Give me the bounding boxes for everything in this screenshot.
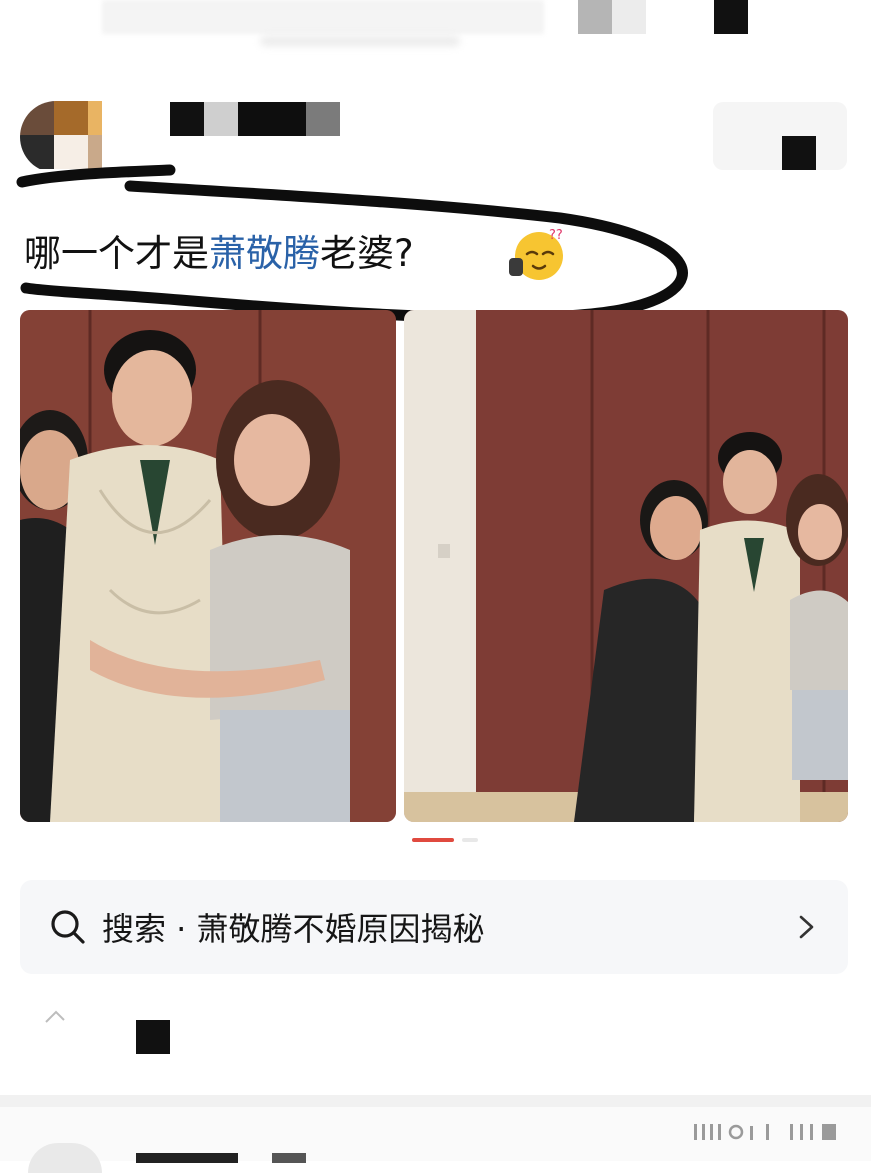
search-query: 萧敬腾不婚原因揭秘 [196,910,485,948]
chevron-right-icon [799,915,814,939]
post-text-after: 老婆? [320,232,414,275]
image-indicator [462,838,478,842]
search-prefix: 搜索 · [102,910,197,948]
mention-link[interactable]: 萧敬腾 [209,232,320,275]
username-redacted [204,102,238,136]
follow-button[interactable] [713,102,847,170]
search-suggestion-bar[interactable]: 搜索 · 萧敬腾不婚原因揭秘 [20,880,848,974]
previous-post-strip [102,0,544,34]
svg-text:??: ?? [549,228,563,243]
footer-redaction-block [136,1020,170,1054]
follow-button-redacted [782,136,816,170]
redaction-block [612,0,646,34]
redaction-block [578,0,612,34]
username-redacted [306,102,340,136]
post-text-before: 哪一个才是 [24,232,209,275]
post-image-1[interactable] [20,310,396,822]
post-image-2[interactable] [404,310,848,822]
search-suggestion-text: 搜索 · 萧敬腾不婚原因揭秘 [102,904,485,950]
image-indicator-active [412,838,454,842]
watermark-logo [694,1124,836,1140]
search-icon [51,910,85,944]
photo-1-illustration [20,310,396,822]
section-divider [0,1095,871,1107]
next-post-redaction [136,1153,238,1163]
footer-icon [45,1010,65,1023]
username-redacted[interactable] [170,102,204,136]
post-text: 哪一个才是萧敬腾老婆? [24,226,414,282]
dizzy-face-emoji-icon: ?? [509,228,563,280]
photo-2-illustration [404,310,848,822]
username-redacted [238,102,306,136]
previous-post-shadow [260,36,460,46]
next-post-redaction [272,1153,306,1163]
redaction-block [714,0,748,34]
